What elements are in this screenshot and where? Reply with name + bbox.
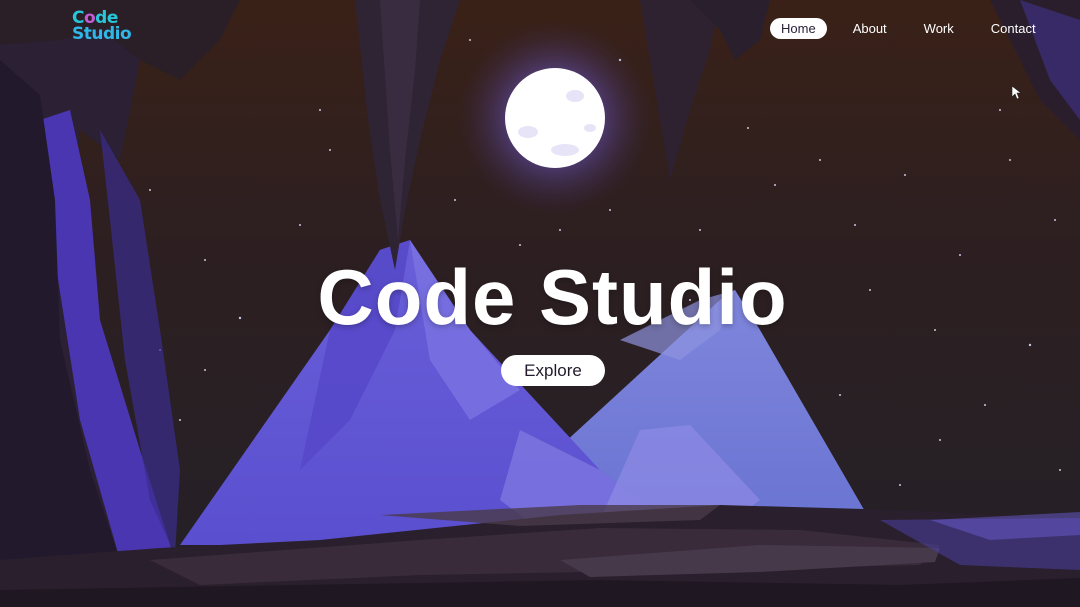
nav-work-link[interactable]: Work bbox=[913, 18, 965, 39]
nav-about-link[interactable]: About bbox=[842, 18, 898, 39]
logo-line2: Studio bbox=[72, 24, 132, 44]
main-nav: Home About Work Contact bbox=[770, 17, 1062, 39]
nav-home-link[interactable]: Home bbox=[770, 17, 827, 39]
explore-button[interactable]: Explore bbox=[501, 355, 605, 386]
hero-scene: Code Studio Home About Work Contact Code… bbox=[0, 0, 1080, 607]
nav-contact-link[interactable]: Contact bbox=[980, 18, 1047, 39]
hero-title: Code Studio bbox=[317, 253, 788, 341]
mouse-pointer-icon bbox=[1012, 86, 1022, 100]
logo[interactable]: Code Studio bbox=[72, 10, 134, 44]
